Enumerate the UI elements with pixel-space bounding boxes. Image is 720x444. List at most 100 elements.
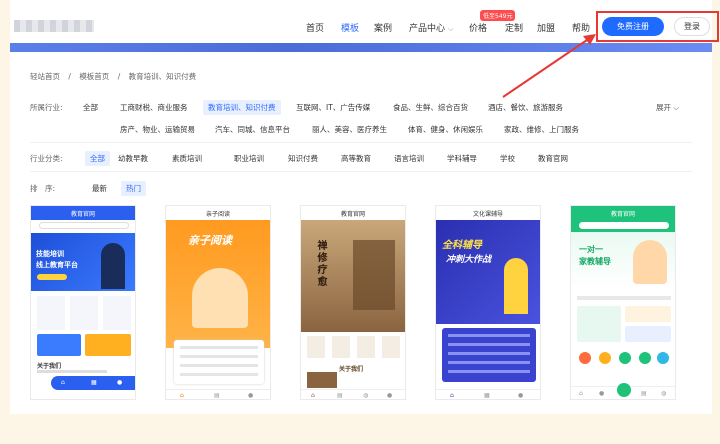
industry-hotel[interactable]: 酒店、餐饮、旅游服务 [488, 102, 563, 113]
subject-circles [579, 352, 669, 366]
nav-products[interactable]: 产品中心 ⌵ [409, 21, 453, 34]
sort-hot[interactable]: 热门 [121, 181, 146, 196]
promo-tile [85, 334, 131, 356]
blurred-logo[interactable] [14, 20, 94, 32]
industry-label: 所属行业: [30, 103, 63, 112]
category-label: 行业分类: [30, 154, 63, 163]
section-title: 关于我们 [37, 363, 62, 370]
template-card[interactable]: 教育官网 一对一 家教辅导 ⌂ ● ▤ ◍ [570, 205, 676, 400]
category-quality[interactable]: 素质培训 [172, 153, 202, 164]
promo-tile [625, 306, 671, 322]
interior-photo [353, 240, 395, 310]
category-vocational[interactable]: 职业培训 [234, 153, 264, 164]
hero-line-2: 家教辅导 [579, 257, 611, 266]
bottom-nav: ⌂ ▦ ● [51, 376, 135, 390]
grid-icon[interactable]: ▦ [484, 392, 490, 399]
person-illustration [101, 243, 125, 289]
book-icon[interactable]: ▤ [641, 390, 647, 397]
user-icon[interactable]: ● [599, 390, 604, 397]
nav-help[interactable]: 帮助 [572, 21, 590, 34]
nav-custom[interactable]: 定制 [505, 21, 523, 34]
industry-education[interactable]: 教育培训、知识付费 [203, 100, 281, 115]
template-card[interactable]: 教育官网 禅修疗愈 关于我们 ⌂ ▤ ◍ ● [300, 205, 406, 400]
expand-toggle[interactable]: 展开 ⌵ [656, 102, 679, 113]
nav-pricing[interactable]: 价格 [469, 21, 487, 34]
home-icon[interactable]: ⌂ [180, 392, 184, 399]
industry-housekeeping[interactable]: 家政、维修、上门服务 [504, 124, 579, 135]
industry-food[interactable]: 食品、生鲜、综合百货 [393, 102, 468, 113]
search-bar [31, 220, 135, 232]
category-higher[interactable]: 高等教育 [341, 153, 371, 164]
banner-strip [10, 43, 712, 52]
sort-label: 排 序: [30, 184, 56, 193]
industry-all[interactable]: 全部 [83, 102, 98, 113]
user-icon[interactable]: ● [117, 379, 122, 386]
nav-templates[interactable]: 模板 [341, 21, 359, 34]
category-knowledge[interactable]: 知识付费 [288, 153, 318, 164]
search-bar [571, 220, 675, 232]
promo-tile [37, 334, 81, 356]
promo-tile [577, 306, 621, 342]
breadcrumb: 轻站首页 / 模板首页 / 教育培训、知识付费 [30, 71, 202, 82]
industry-realestate[interactable]: 房产、物业、运输贸易 [120, 124, 195, 135]
category-all[interactable]: 全部 [85, 151, 110, 166]
hero-title: 亲子阅读 [188, 234, 232, 247]
breadcrumb-sep: / [68, 72, 71, 81]
hero-line-2: 线上教育平台 [36, 261, 78, 269]
home-icon[interactable]: ⌂ [311, 392, 315, 399]
category-language[interactable]: 语言培训 [394, 153, 424, 164]
breadcrumb-sep: / [117, 72, 121, 81]
info-list [174, 340, 264, 384]
nav-products-label: 产品中心 [409, 24, 446, 34]
phone-title: 亲子阅读 [166, 206, 270, 220]
expand-label: 展开 [656, 103, 671, 112]
industry-beauty[interactable]: 丽人、美容、医疗养生 [312, 124, 387, 135]
industry-business[interactable]: 工商财税、商业服务 [120, 102, 188, 113]
icon-row [307, 336, 401, 358]
photo-thumb [307, 372, 337, 388]
home-icon[interactable]: ⌂ [579, 390, 583, 397]
phone-title: 教育官网 [31, 206, 135, 220]
category-tutoring[interactable]: 学科辅导 [447, 153, 477, 164]
nav-home[interactable]: 首页 [306, 21, 324, 34]
center-action-icon[interactable] [617, 383, 631, 397]
divider [30, 171, 692, 172]
icon-grid [37, 296, 131, 330]
template-card[interactable]: 亲子阅读 亲子阅读 ⌂ ▤ ● [165, 205, 271, 400]
bottom-nav: ⌂ ▦ ● [436, 389, 540, 399]
promo-tile [625, 326, 671, 342]
grid-icon[interactable]: ▦ [91, 379, 97, 386]
chat-icon[interactable]: ◍ [363, 392, 368, 399]
sort-latest[interactable]: 最新 [92, 183, 107, 194]
home-icon[interactable]: ⌂ [61, 379, 65, 386]
book-icon[interactable]: ▤ [214, 392, 220, 399]
breadcrumb-templates[interactable]: 模板首页 [79, 72, 109, 81]
user-icon[interactable]: ● [248, 392, 253, 399]
category-school[interactable]: 学校 [500, 153, 515, 164]
divider [30, 142, 692, 143]
template-card[interactable]: 教育官网 技能培训 线上教育平台 关于我们 ⌂ ▦ ● [30, 205, 136, 400]
nav-franchise[interactable]: 加盟 [537, 21, 555, 34]
chat-icon[interactable]: ◍ [661, 390, 666, 397]
book-icon[interactable]: ▤ [337, 392, 343, 399]
hero-banner: 亲子阅读 [166, 220, 270, 348]
user-icon[interactable]: ● [518, 392, 523, 399]
site-header: 首页 模板 案例 产品中心 ⌵ 价格 低至549元 定制 加盟 帮助 免费注册 登… [10, 0, 719, 48]
user-icon[interactable]: ● [387, 392, 392, 399]
hero-line-1: 全科辅导 [442, 240, 482, 251]
industry-internet[interactable]: 互联网、IT、广告传媒 [296, 102, 370, 113]
hero-banner: 全科辅导 冲刺大作战 [436, 220, 540, 324]
bottom-nav: ⌂ ▤ ◍ ● [301, 389, 405, 399]
breadcrumb-home[interactable]: 轻站首页 [30, 72, 60, 81]
industry-auto[interactable]: 汽车、同城、信息平台 [215, 124, 290, 135]
template-card[interactable]: 文化课辅导 全科辅导 冲刺大作战 ⌂ ▦ ● [435, 205, 541, 400]
industry-sports[interactable]: 体育、健身、休闲娱乐 [408, 124, 483, 135]
home-icon[interactable]: ⌂ [450, 392, 454, 399]
phone-title: 教育官网 [571, 206, 675, 220]
nav-cases[interactable]: 案例 [374, 21, 392, 34]
highlight-box [596, 11, 719, 42]
hero-title: 禅修疗愈 [315, 240, 326, 288]
category-official[interactable]: 教育官网 [538, 153, 568, 164]
sale-badge: 低至549元 [480, 10, 516, 21]
category-preschool[interactable]: 幼教早教 [118, 153, 148, 164]
